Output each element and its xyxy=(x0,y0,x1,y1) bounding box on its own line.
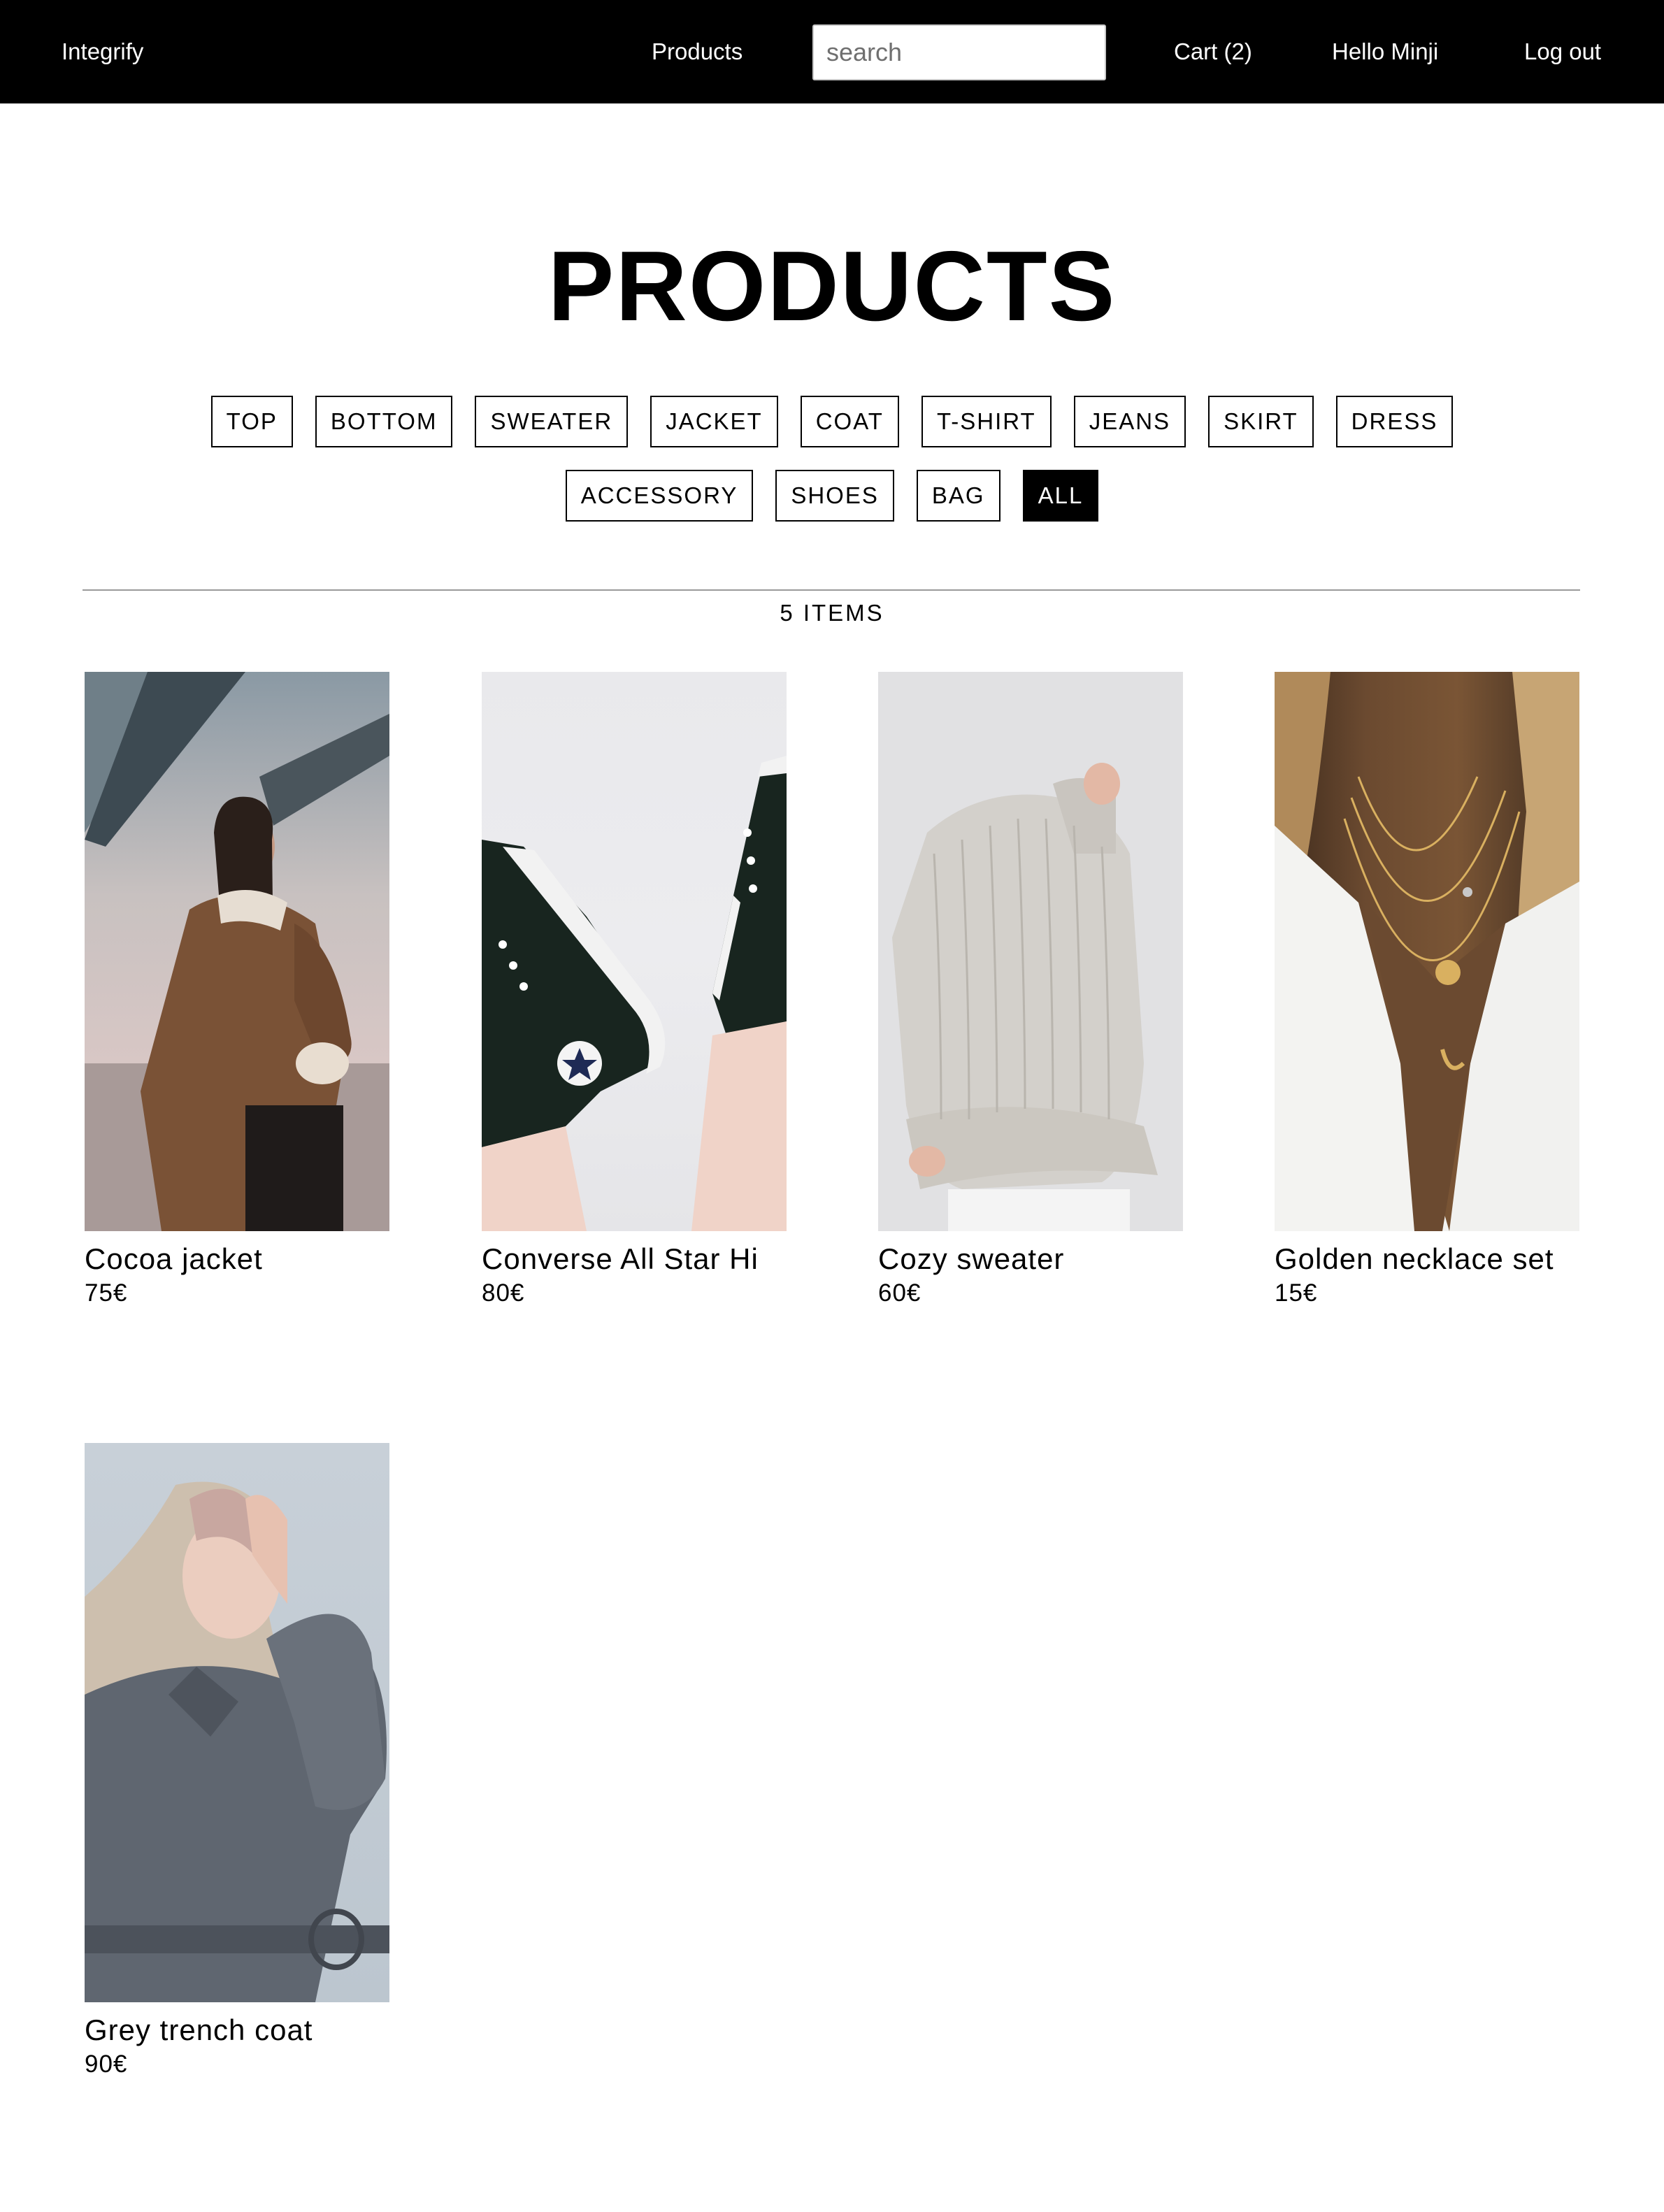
product-name[interactable]: Grey trench coat xyxy=(85,2012,389,2048)
filter-dress-button[interactable]: DRESS xyxy=(1335,396,1454,447)
filter-accessory-button[interactable]: ACCESSORY xyxy=(565,470,754,522)
filter-jeans-button[interactable]: JEANS xyxy=(1073,396,1186,447)
filter-bag-button[interactable]: BAG xyxy=(916,470,1000,522)
product-card[interactable]: Converse All Star Hi 80€ xyxy=(482,672,787,1309)
product-card[interactable]: Golden necklace set 15€ xyxy=(1275,672,1579,1309)
item-count: 5 ITEMS xyxy=(780,600,884,626)
product-name[interactable]: Cozy sweater xyxy=(878,1241,1183,1277)
product-image-golden-necklace-set[interactable] xyxy=(1275,672,1579,1231)
divider xyxy=(83,589,1580,591)
product-image-cocoa-jacket[interactable] xyxy=(85,672,389,1231)
user-greeting-link[interactable]: Hello Minji xyxy=(1332,38,1438,66)
filter-jacket-button[interactable]: JACKET xyxy=(650,396,778,447)
product-name[interactable]: Golden necklace set xyxy=(1275,1241,1579,1277)
nav-products-link[interactable]: Products xyxy=(652,38,743,66)
product-image-converse-all-star-hi[interactable] xyxy=(482,672,787,1231)
category-filter-row-1: TOP BOTTOM SWEATER JACKET COAT T-SHIRT J… xyxy=(0,396,1664,447)
filter-skirt-button[interactable]: SKIRT xyxy=(1208,396,1314,447)
product-price: 90€ xyxy=(85,2051,128,2078)
filter-top-button[interactable]: TOP xyxy=(210,396,293,447)
page-title: PRODUCTS xyxy=(547,231,1117,342)
filter-sweater-button[interactable]: SWEATER xyxy=(475,396,629,447)
product-name[interactable]: Converse All Star Hi xyxy=(482,1241,787,1277)
product-price: 75€ xyxy=(85,1279,128,1307)
product-name[interactable]: Cocoa jacket xyxy=(85,1241,389,1277)
filter-tshirt-button[interactable]: T-SHIRT xyxy=(921,396,1052,447)
product-image-cozy-sweater[interactable] xyxy=(878,672,1183,1231)
filter-all-button[interactable]: ALL xyxy=(1022,470,1099,522)
product-card[interactable]: Cocoa jacket 75€ xyxy=(85,672,389,1309)
product-price: 15€ xyxy=(1275,1279,1318,1307)
product-card[interactable]: Cozy sweater 60€ xyxy=(878,672,1183,1309)
top-navbar: Integrify Products Cart (2) Hello Minji … xyxy=(0,0,1664,103)
product-price: 80€ xyxy=(482,1279,525,1307)
filter-coat-button[interactable]: COAT xyxy=(800,396,899,447)
category-filter-row-2: ACCESSORY SHOES BAG ALL xyxy=(0,470,1664,522)
filter-shoes-button[interactable]: SHOES xyxy=(775,470,894,522)
product-card[interactable]: Grey trench coat 90€ xyxy=(85,1443,389,2081)
logout-link[interactable]: Log out xyxy=(1524,38,1601,66)
cart-link[interactable]: Cart (2) xyxy=(1174,38,1252,66)
product-image-grey-trench-coat[interactable] xyxy=(85,1443,389,2002)
search-input[interactable] xyxy=(812,24,1106,80)
filter-bottom-button[interactable]: BOTTOM xyxy=(315,396,453,447)
brand-logo-link[interactable]: Integrify xyxy=(62,38,143,66)
product-price: 60€ xyxy=(878,1279,921,1307)
